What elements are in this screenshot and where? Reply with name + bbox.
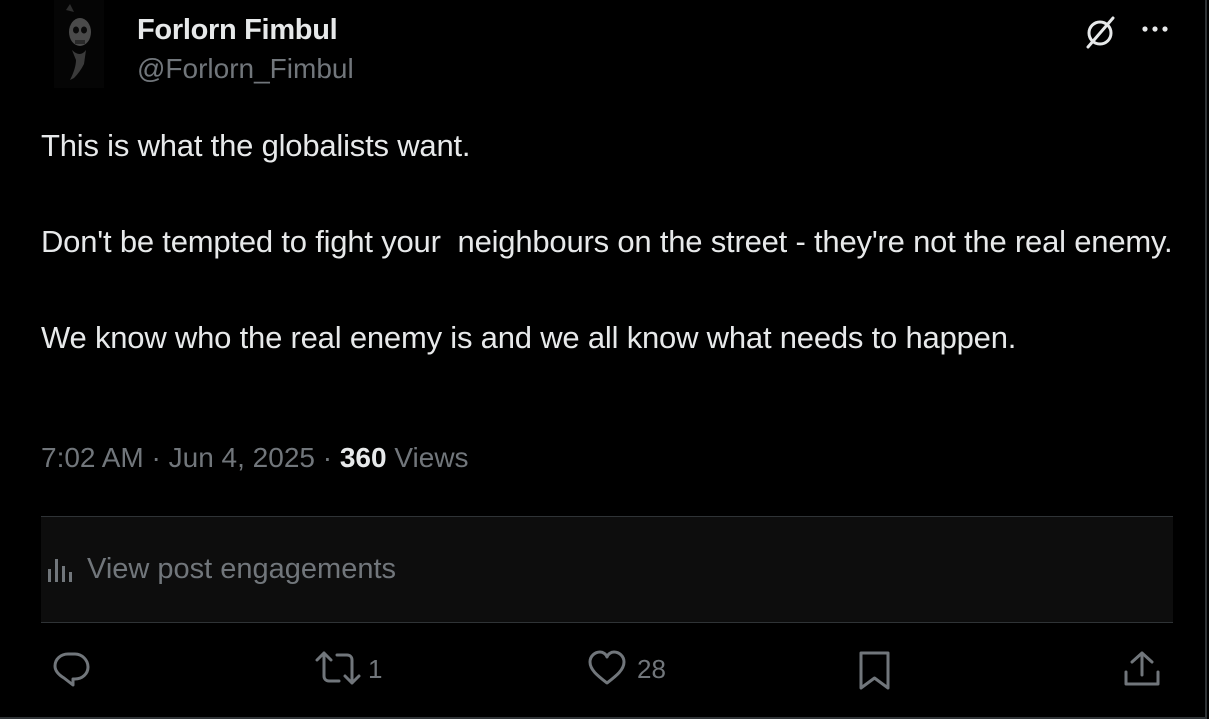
bookmark-icon bbox=[859, 651, 890, 690]
view-engagements-button[interactable]: View post engagements bbox=[41, 516, 1173, 623]
avatar[interactable] bbox=[54, 0, 104, 88]
views-label: Views bbox=[394, 442, 469, 473]
post-time[interactable]: 7:02 AM bbox=[41, 442, 144, 473]
repost-button[interactable]: 1 bbox=[313, 648, 393, 692]
post-paragraph: Don't be tempted to fight your neighbour… bbox=[41, 224, 1173, 259]
dark-skull-avatar-icon bbox=[54, 0, 104, 88]
post-meta: 7:02 AM · Jun 4, 2025 · 360 Views bbox=[41, 442, 469, 474]
view-engagements-label: View post engagements bbox=[87, 553, 397, 585]
bookmark-button[interactable] bbox=[855, 648, 895, 692]
post-paragraph: This is what the globalists want. bbox=[41, 128, 471, 163]
post-text: This is what the globalists want. Don't … bbox=[41, 122, 1181, 362]
share-icon bbox=[1124, 651, 1160, 686]
share-button[interactable] bbox=[1121, 648, 1163, 692]
like-count: 28 bbox=[637, 654, 666, 684]
bar-chart-icon bbox=[48, 559, 72, 582]
post-date[interactable]: Jun 4, 2025 bbox=[169, 442, 315, 473]
post-paragraph: We know who the real enemy is and we all… bbox=[41, 320, 1017, 355]
post-container: Forlorn Fimbul @Forlorn_Fimbul This is w… bbox=[0, 0, 1207, 719]
repost-count: 1 bbox=[368, 654, 383, 684]
reply-icon bbox=[53, 652, 90, 687]
grok-icon[interactable] bbox=[1082, 14, 1118, 50]
author-name[interactable]: Forlorn Fimbul bbox=[137, 14, 338, 47]
reply-button[interactable] bbox=[51, 648, 95, 692]
more-icon[interactable] bbox=[1138, 14, 1172, 44]
views-count: 360 bbox=[339, 442, 387, 473]
repost-icon bbox=[315, 651, 361, 685]
meta-separator: · bbox=[143, 442, 169, 473]
like-button[interactable]: 28 bbox=[586, 648, 676, 692]
author-handle[interactable]: @Forlorn_Fimbul bbox=[137, 53, 354, 85]
meta-separator: · bbox=[314, 442, 340, 473]
heart-icon bbox=[588, 650, 626, 685]
